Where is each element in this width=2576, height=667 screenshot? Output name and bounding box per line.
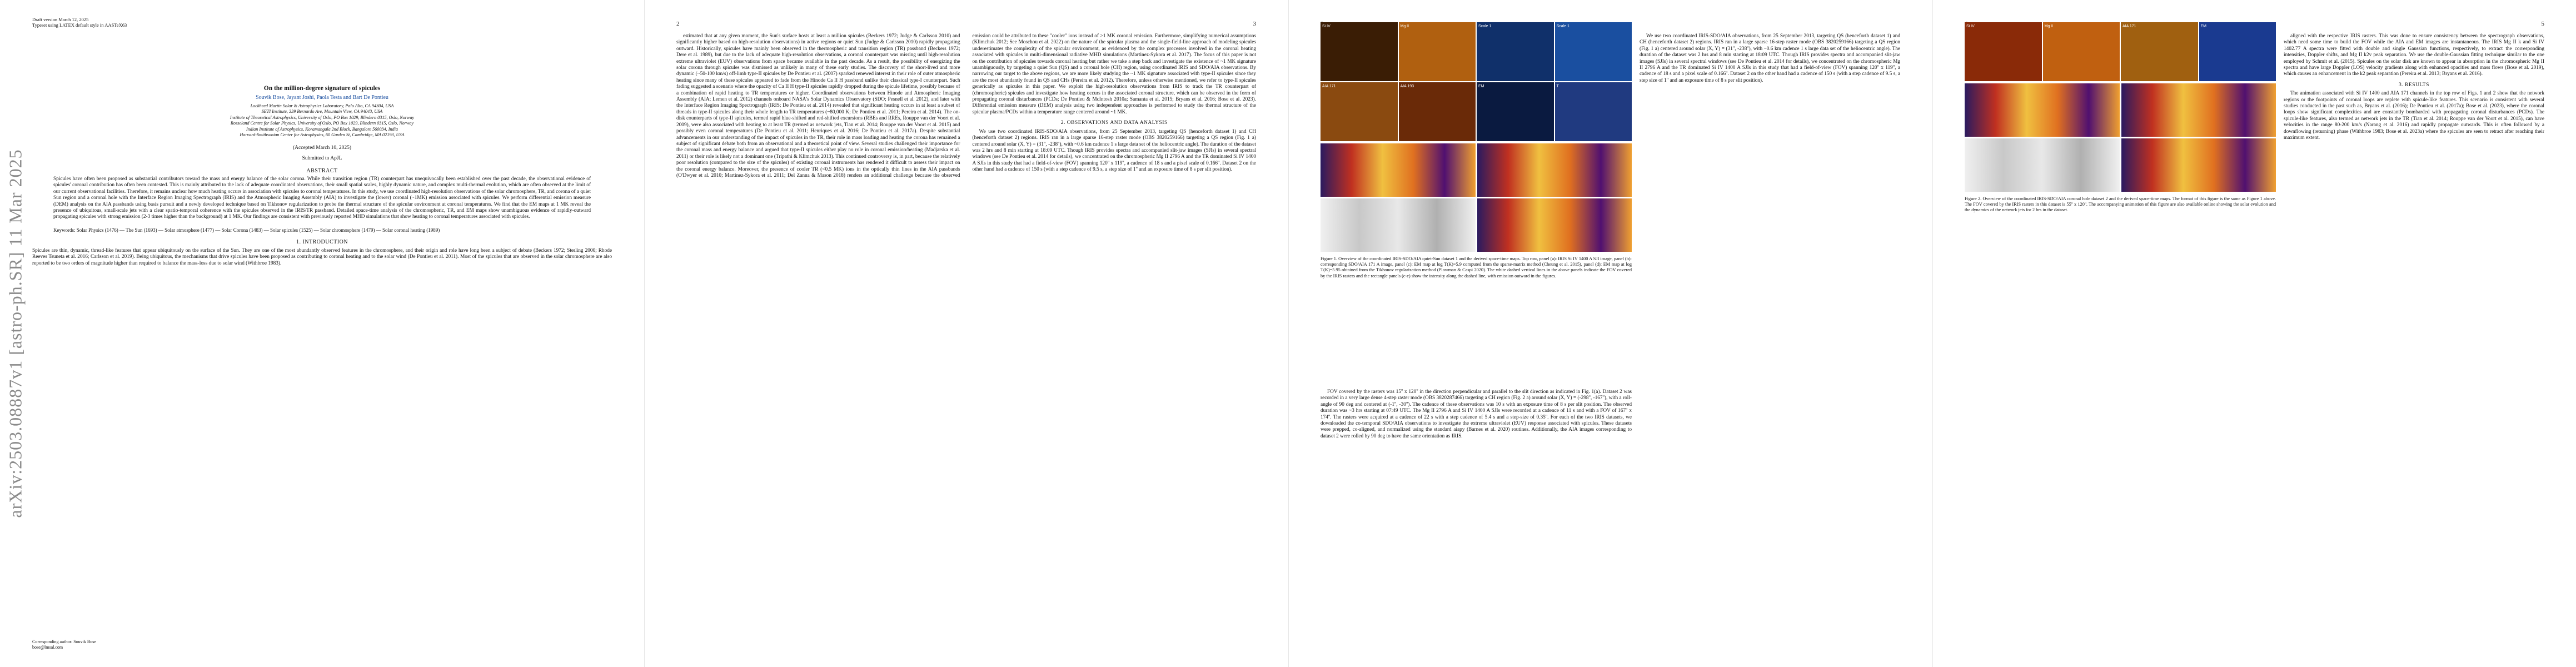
page4-right-text: aligned with the respective IRIS rasters… — [2284, 33, 2544, 656]
paper-title: On the million-degree signature of spicu… — [263, 85, 381, 92]
paper-page-2: 2 3 estimated that at any given moment, … — [644, 0, 1288, 667]
fig2-panel: EM — [2199, 22, 2276, 81]
page-number: 5 — [2541, 21, 2545, 27]
fig1-spacetime-map — [1321, 143, 1476, 197]
fig1-panel: AIA 193 — [1398, 82, 1476, 141]
intro-text: Spicules are thin, dynamic, thread-like … — [32, 247, 612, 266]
page3-left-text: FOV covered by the rasters was 15'' x 12… — [1321, 389, 1632, 442]
fig1-panel: EM — [1477, 82, 1554, 141]
figure-1-image-row: Si IV Mg II Scale 1 Scale 1 AIA 171 AIA … — [1321, 22, 1632, 141]
accepted-date: (Accepted March 10, 2025) — [293, 145, 351, 151]
affiliations: Lockheed Martin Solar & Astrophysics Lab… — [230, 103, 415, 138]
fig1-panel: Scale 1 — [1554, 22, 1632, 81]
fig1-panel: Scale 1 — [1477, 22, 1554, 81]
body-paragraph: We use two coordinated IRIS-SDO/AIA obse… — [972, 128, 1257, 173]
body-paragraph: We use two coordinated IRIS-SDO/AIA obse… — [1640, 33, 1900, 83]
figure-1-caption: Figure 1. Overview of the coordinated IR… — [1321, 256, 1632, 278]
abstract-heading: ABSTRACT — [306, 167, 338, 174]
fig1-panel: Mg II — [1398, 22, 1476, 81]
fig1-spacetime-map — [1321, 198, 1476, 252]
fig1-panel: T — [1554, 82, 1632, 141]
section-heading: 2. OBSERVATIONS AND DATA ANALYSIS — [1060, 120, 1168, 126]
paper-page-3: 3 Si IV Mg II Scale 1 Scale 1 AIA 171 AI… — [1288, 0, 1932, 667]
submitted-to: Submitted to ApJL — [302, 156, 342, 162]
paper-page-4: 4 5 Si IV Mg II AIA 171 EM Figure 2. Ove… — [1932, 0, 2576, 667]
fig1-panel: AIA 171 — [1321, 82, 1398, 141]
figure-1: Si IV Mg II Scale 1 Scale 1 AIA 171 AIA … — [1321, 22, 1632, 279]
body-paragraph: The animation associated with Si IV 1400… — [2284, 91, 2544, 141]
footnote: Corresponding author: Souvik Bose bose@l… — [32, 639, 96, 650]
fig2-spacetime-map — [1965, 83, 2120, 137]
paper-page-1: arXiv:2503.08887v1 [astro-ph.SR] 11 Mar … — [0, 0, 644, 667]
figure-1-timeseries — [1321, 143, 1632, 252]
arxiv-stamp: arXiv:2503.08887v1 [astro-ph.SR] 11 Mar … — [5, 149, 26, 518]
body-columns: estimated that at any given moment, the … — [676, 33, 1256, 656]
body-paragraph: FOV covered by the rasters was 15'' x 12… — [1321, 389, 1632, 439]
fig2-spacetime-map — [2121, 138, 2276, 192]
fig2-spacetime-map — [1965, 138, 2120, 192]
section-heading: 3. RESULTS — [2399, 82, 2429, 88]
fig2-panel: AIA 171 — [2121, 22, 2198, 81]
author-list[interactable]: Souvik Bose, Jayant Joshi, Paola Testa a… — [32, 94, 612, 101]
fig1-spacetime-map — [1477, 143, 1632, 197]
draft-line: Draft version March 12, 2025 Typeset usi… — [32, 17, 127, 28]
intro-heading: 1. INTRODUCTION — [296, 239, 348, 246]
fig1-panel: Si IV — [1321, 22, 1398, 81]
figure-2-caption: Figure 2. Overview of the coordinated IR… — [1965, 196, 2276, 213]
abstract-text: Spicules have often been proposed as sub… — [53, 176, 591, 220]
body-paragraph: aligned with the respective IRIS rasters… — [2284, 33, 2544, 77]
page-number: 2 — [676, 21, 680, 27]
figure-2-image-row: Si IV Mg II AIA 171 EM — [1965, 22, 2276, 81]
fig2-panel: Si IV — [1965, 22, 2042, 81]
fig2-panel: Mg II — [2042, 22, 2120, 81]
fig2-spacetime-map — [2121, 83, 2276, 137]
figure-2-timeseries — [1965, 83, 2276, 192]
keywords: Keywords: Solar Physics (1476) — The Sun… — [53, 227, 440, 233]
fig1-spacetime-map — [1477, 198, 1632, 252]
page-number: 3 — [1253, 21, 1257, 27]
page3-right-text: We use two coordinated IRIS-SDO/AIA obse… — [1640, 33, 1900, 656]
figure-2: Si IV Mg II AIA 171 EM Figure 2. Overvie… — [1965, 22, 2276, 213]
